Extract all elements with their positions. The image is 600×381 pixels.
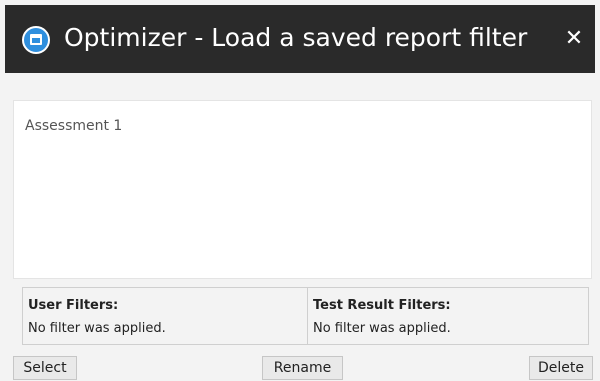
title-bar: Optimizer - Load a saved report filter ✕ [5, 5, 595, 73]
user-filters-heading: User Filters: [28, 298, 119, 313]
filter-details: User Filters: No filter was applied. Tes… [22, 287, 589, 345]
test-result-filters-value: No filter was applied. [313, 321, 451, 336]
test-result-filters-panel: Test Result Filters: No filter was appli… [307, 288, 589, 344]
app-window-icon [22, 26, 50, 54]
user-filters-panel: User Filters: No filter was applied. [23, 288, 306, 344]
user-filters-value: No filter was applied. [28, 321, 166, 336]
rename-button[interactable]: Rename [262, 356, 343, 380]
close-icon[interactable]: ✕ [557, 22, 591, 56]
dialog-title: Optimizer - Load a saved report filter [64, 23, 528, 52]
select-button[interactable]: Select [13, 356, 77, 380]
saved-filters-list[interactable]: Assessment 1 [13, 100, 592, 279]
test-result-filters-heading: Test Result Filters: [313, 298, 451, 313]
load-filter-dialog: Optimizer - Load a saved report filter ✕… [0, 0, 600, 381]
delete-button[interactable]: Delete [529, 356, 593, 380]
app-window-icon-glyph [30, 34, 42, 45]
list-item[interactable]: Assessment 1 [25, 118, 122, 134]
